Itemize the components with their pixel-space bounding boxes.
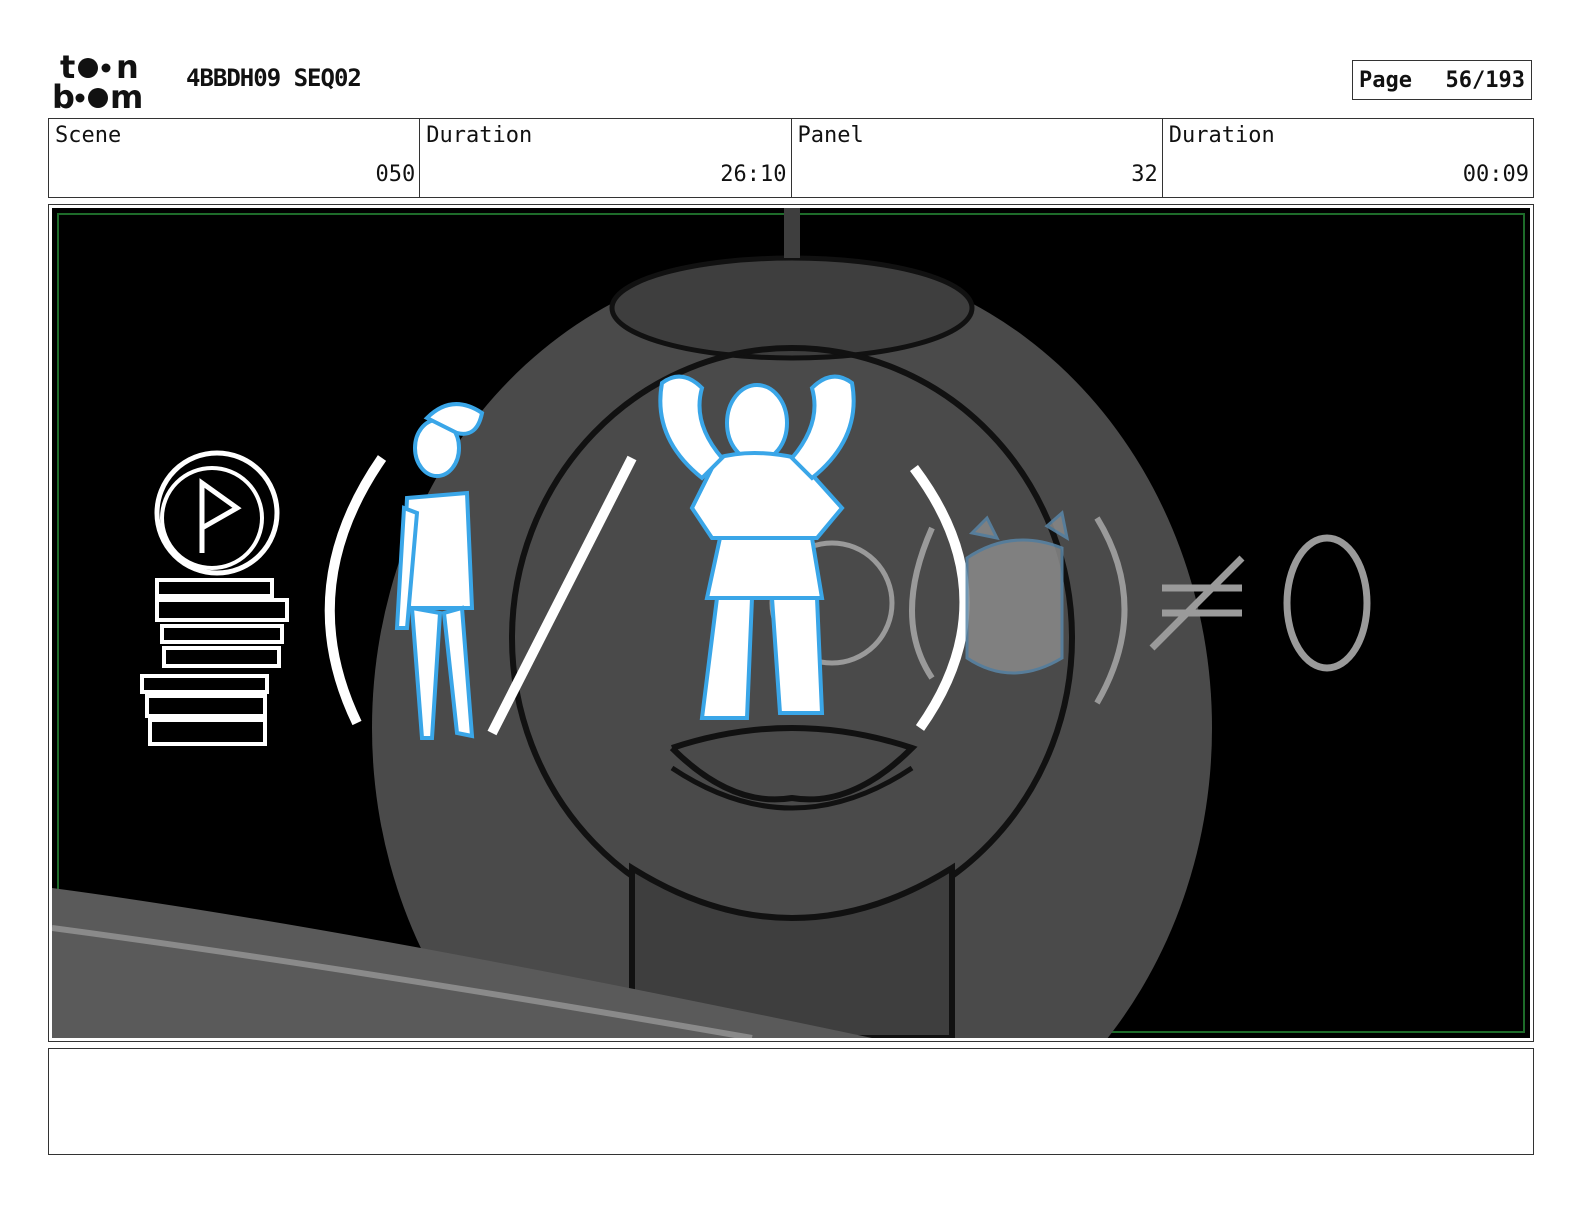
panel-value: 32 — [1131, 162, 1158, 187]
toon-boom-logo: t n b m — [52, 50, 164, 112]
panel-duration-label: Duration — [1168, 123, 1275, 148]
page-label: Page — [1359, 67, 1412, 93]
panel-duration-cell: Duration 00:09 — [1163, 119, 1533, 197]
scene-label: Scene — [55, 123, 122, 148]
project-title: 4BBDH09 SEQ02 — [186, 64, 362, 92]
toon-boom-logo-icon: t n b m — [52, 50, 143, 112]
info-bar: Scene 050 Duration 26:10 Panel 32 Durati… — [48, 118, 1534, 198]
panel-cell: Panel 32 — [792, 119, 1163, 197]
page-indicator: Page 56/193 — [1352, 60, 1532, 100]
scene-duration-label: Duration — [426, 123, 533, 148]
notes-box — [48, 1048, 1534, 1155]
scene-value: 050 — [375, 162, 416, 187]
scene-duration-value: 26:10 — [720, 162, 787, 187]
scene-cell: Scene 050 — [49, 119, 421, 197]
storyboard-sketch-icon — [52, 208, 1530, 1038]
panel-label: Panel — [797, 123, 864, 148]
svg-text:b: b — [52, 78, 75, 112]
storyboard-panel — [52, 208, 1530, 1038]
panel-duration-value: 00:09 — [1462, 162, 1529, 187]
storyboard-panel-frame — [48, 204, 1534, 1042]
page-value: 56/193 — [1445, 67, 1525, 93]
svg-text:m: m — [110, 78, 143, 112]
scene-duration-cell: Duration 26:10 — [420, 119, 792, 197]
